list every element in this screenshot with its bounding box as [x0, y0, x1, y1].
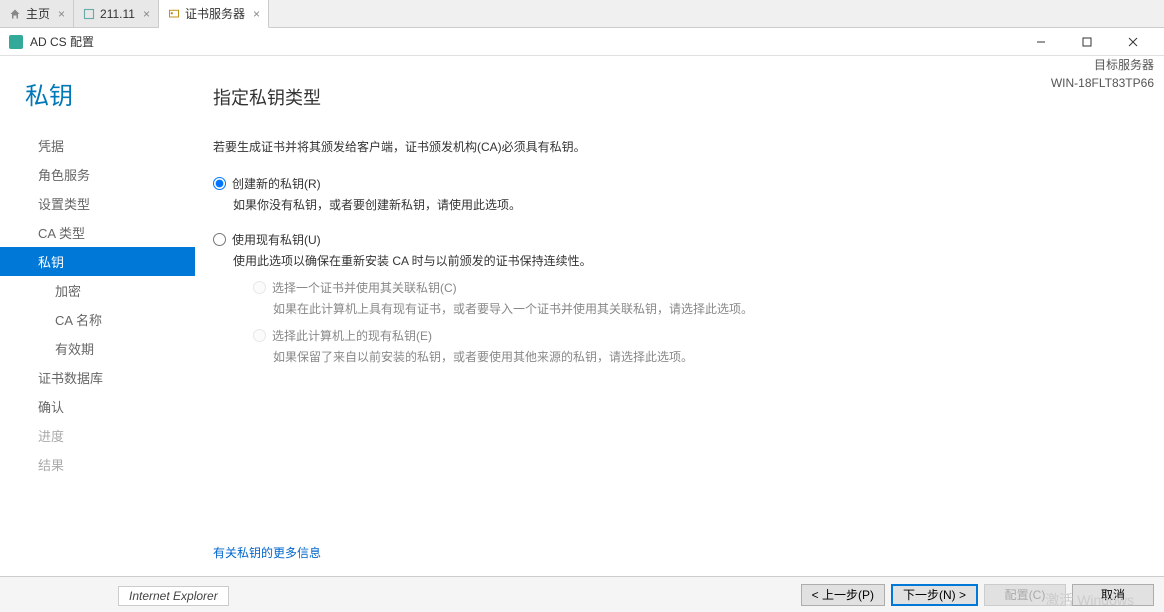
- more-info-link[interactable]: 有关私钥的更多信息: [213, 544, 321, 561]
- nav-credentials[interactable]: 凭据: [0, 131, 195, 160]
- window-controls: [1018, 29, 1156, 55]
- prev-button[interactable]: < 上一步(P): [801, 584, 885, 606]
- sub-option-cert: 选择一个证书并使用其关联私钥(C) 如果在此计算机上具有现有证书，或者要导入一个…: [233, 279, 1134, 317]
- radio-select-existing-key-desc: 如果保留了来自以前安装的私钥，或者要使用其他来源的私钥，请选择此选项。: [273, 348, 1134, 365]
- option-create-new: 创建新的私钥(R) 如果你没有私钥，或者要创建新私钥，请使用此选项。: [213, 175, 1134, 213]
- radio-create-new-label: 创建新的私钥(R): [232, 175, 321, 192]
- intro-text: 若要生成证书并将其颁发给客户端，证书颁发机构(CA)必须具有私钥。: [213, 138, 1134, 155]
- close-button[interactable]: [1110, 29, 1156, 55]
- wizard-sidebar: 私钥 凭据 角色服务 设置类型 CA 类型 私钥 加密 CA 名称 有效期 证书…: [0, 56, 195, 576]
- radio-use-existing-desc: 使用此选项以确保在重新安装 CA 时与以前颁发的证书保持连续性。: [233, 252, 1134, 269]
- window-title: AD CS 配置: [30, 33, 1018, 50]
- tab-ip-label: 211.11: [100, 7, 135, 21]
- radio-select-cert: [253, 281, 266, 294]
- radio-select-cert-label: 选择一个证书并使用其关联私钥(C): [272, 279, 457, 296]
- target-server-info: 目标服务器 WIN-18FLT83TP66: [1051, 56, 1154, 92]
- minimize-button[interactable]: [1018, 29, 1064, 55]
- next-button[interactable]: 下一步(N) >: [891, 584, 978, 606]
- option-use-existing: 使用现有私钥(U) 使用此选项以确保在重新安装 CA 时与以前颁发的证书保持连续…: [213, 231, 1134, 365]
- tab-ip[interactable]: 211.11 ×: [74, 0, 159, 27]
- close-icon[interactable]: ×: [58, 7, 65, 21]
- sub-option-existing-key: 选择此计算机上的现有私钥(E) 如果保留了来自以前安装的私钥，或者要使用其他来源…: [233, 327, 1134, 365]
- page-icon: [82, 7, 96, 21]
- cancel-button[interactable]: 取消: [1072, 584, 1154, 606]
- tab-home[interactable]: 主页 ×: [0, 0, 74, 27]
- nav-ca-name[interactable]: CA 名称: [0, 305, 195, 334]
- nav-private-key[interactable]: 私钥: [0, 247, 195, 276]
- target-server-label: 目标服务器: [1051, 56, 1154, 74]
- section-title: 指定私钥类型: [213, 84, 1134, 110]
- nav-ca-type[interactable]: CA 类型: [0, 218, 195, 247]
- radio-create-new[interactable]: [213, 177, 226, 190]
- nav-cert-db[interactable]: 证书数据库: [0, 363, 195, 392]
- tab-cert-label: 证书服务器: [185, 5, 245, 22]
- config-button: 配置(C): [984, 584, 1066, 606]
- window-titlebar: AD CS 配置: [0, 28, 1164, 56]
- radio-use-existing-label: 使用现有私钥(U): [232, 231, 321, 248]
- app-icon: [8, 34, 24, 50]
- target-server-name: WIN-18FLT83TP66: [1051, 74, 1154, 92]
- radio-use-existing[interactable]: [213, 233, 226, 246]
- page-title: 私钥: [0, 76, 195, 131]
- tab-cert[interactable]: 证书服务器 ×: [159, 0, 269, 28]
- nav-confirm[interactable]: 确认: [0, 392, 195, 421]
- nav-setup-type[interactable]: 设置类型: [0, 189, 195, 218]
- close-icon[interactable]: ×: [143, 7, 150, 21]
- browser-tabs: 主页 × 211.11 × 证书服务器 ×: [0, 0, 1164, 28]
- certificate-icon: [167, 7, 181, 21]
- radio-select-cert-desc: 如果在此计算机上具有现有证书，或者要导入一个证书并使用其关联私钥，请选择此选项。: [273, 300, 1134, 317]
- nav-result: 结果: [0, 450, 195, 479]
- radio-select-existing-key: [253, 329, 266, 342]
- tab-home-label: 主页: [26, 5, 50, 22]
- home-icon: [8, 7, 22, 21]
- maximize-button[interactable]: [1064, 29, 1110, 55]
- close-icon[interactable]: ×: [253, 7, 260, 21]
- nav-validity[interactable]: 有效期: [0, 334, 195, 363]
- nav-role-services[interactable]: 角色服务: [0, 160, 195, 189]
- nav-progress: 进度: [0, 421, 195, 450]
- radio-select-existing-key-label: 选择此计算机上的现有私钥(E): [272, 327, 432, 344]
- ie-badge: Internet Explorer: [118, 586, 229, 606]
- main-content: 目标服务器 WIN-18FLT83TP66 指定私钥类型 若要生成证书并将其颁发…: [195, 56, 1164, 576]
- radio-create-new-desc: 如果你没有私钥，或者要创建新私钥，请使用此选项。: [233, 196, 1134, 213]
- nav-crypto[interactable]: 加密: [0, 276, 195, 305]
